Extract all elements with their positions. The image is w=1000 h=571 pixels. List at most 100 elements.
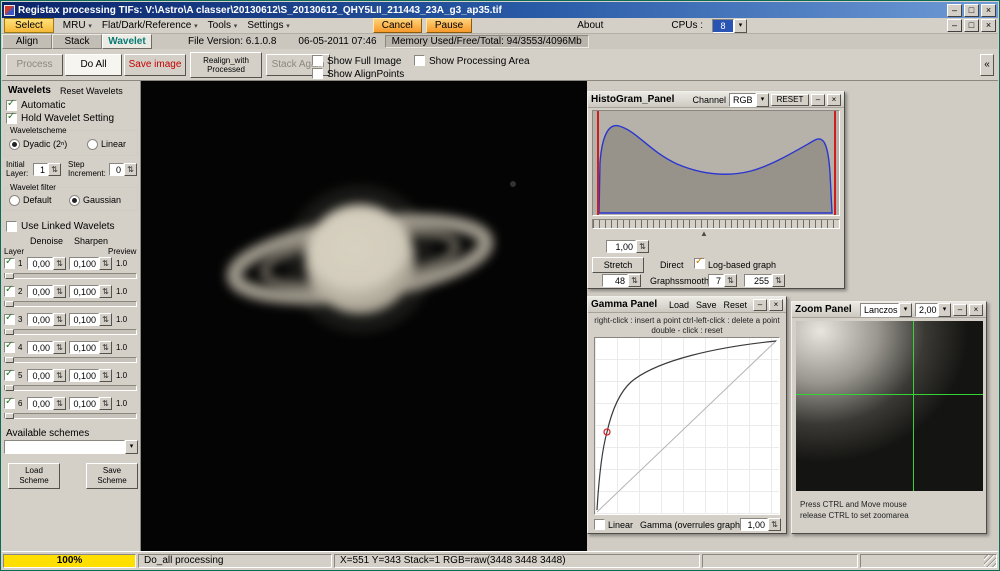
- graphsmooth-spinner[interactable]: ⇅: [724, 274, 737, 287]
- histogram-close-icon[interactable]: ×: [827, 93, 841, 106]
- layer5-slider[interactable]: [4, 385, 137, 391]
- layer6-enable-checkbox[interactable]: ✓: [4, 396, 15, 409]
- initial-layer-spinner[interactable]: ⇅: [48, 163, 61, 176]
- cpus-select[interactable]: 8 ▾: [712, 18, 748, 33]
- layer2-enable-checkbox[interactable]: ✓: [4, 284, 15, 297]
- dyadic-radio[interactable]: [9, 139, 20, 150]
- histogram-range-slider[interactable]: [592, 219, 840, 229]
- layer6-denoise-spinner[interactable]: ⇅: [53, 397, 66, 410]
- hold-wavelet-checkbox[interactable]: ✓: [6, 111, 17, 124]
- save-scheme-button[interactable]: Save Scheme: [86, 463, 138, 489]
- do-all-button[interactable]: Do All: [65, 54, 122, 76]
- layer1-slider[interactable]: [4, 273, 137, 279]
- histogram-high-field[interactable]: 255: [744, 274, 772, 287]
- menu-select[interactable]: Select: [4, 18, 54, 33]
- chevron-down-icon[interactable]: ▾: [734, 18, 748, 33]
- layer5-enable-checkbox[interactable]: ✓: [4, 368, 15, 381]
- zoom-panel-titlebar[interactable]: Zoom Panel Lanczos ▾ 2,00 ▾ – ×: [792, 302, 986, 318]
- gamma-close-icon[interactable]: ×: [769, 298, 783, 311]
- layer3-denoise-field[interactable]: 0,00: [27, 313, 53, 326]
- gamma-reset-button[interactable]: Reset: [723, 300, 747, 310]
- layer2-slider-thumb[interactable]: [5, 301, 14, 307]
- linear-radio[interactable]: [87, 139, 98, 150]
- histogram-high-spinner[interactable]: ⇅: [772, 274, 785, 287]
- histogram-low-spinner[interactable]: ⇅: [628, 274, 641, 287]
- layer1-sharpen-field[interactable]: 0,100: [69, 257, 99, 270]
- histogram-panel[interactable]: HistoGram_Panel Channel RGB ▾ RESET – × …: [587, 91, 845, 289]
- layer6-denoise-field[interactable]: 0,00: [27, 397, 53, 410]
- gamma-panel-titlebar[interactable]: Gamma Panel Load Save Reset – ×: [588, 297, 786, 313]
- layer3-sharpen-field[interactable]: 0,100: [69, 313, 99, 326]
- histogram-minimize-icon[interactable]: –: [811, 93, 825, 106]
- slider-pointer-icon[interactable]: ▲: [700, 230, 708, 238]
- layer4-enable-checkbox[interactable]: ✓: [4, 340, 15, 353]
- layer5-sharpen-spinner[interactable]: ⇅: [99, 369, 112, 382]
- layer3-slider[interactable]: [4, 329, 137, 335]
- stretch-button[interactable]: Stretch: [592, 257, 644, 273]
- zoom-preview[interactable]: [796, 321, 983, 491]
- resize-grip[interactable]: [984, 554, 996, 567]
- filter-default-radio[interactable]: [9, 195, 20, 206]
- main-image-view[interactable]: [141, 81, 587, 553]
- layer4-sharpen-spinner[interactable]: ⇅: [99, 341, 112, 354]
- menu-tools[interactable]: Tools ▾: [203, 19, 243, 32]
- histogram-gain-field[interactable]: 1,00: [606, 240, 636, 253]
- layer4-slider[interactable]: [4, 357, 137, 363]
- tab-wavelet[interactable]: Wavelet: [102, 34, 152, 49]
- layer5-sharpen-field[interactable]: 0,100: [69, 369, 99, 382]
- gamma-value-field[interactable]: 1,00: [740, 518, 768, 531]
- pause-button[interactable]: Pause: [425, 18, 473, 33]
- maximize-icon[interactable]: □: [964, 3, 979, 17]
- mdi-minimize-icon[interactable]: –: [947, 19, 962, 32]
- load-scheme-button[interactable]: Load Scheme: [8, 463, 60, 489]
- layer3-sharpen-spinner[interactable]: ⇅: [99, 313, 112, 326]
- show-processing-area-checkbox[interactable]: [414, 55, 425, 66]
- mdi-restore-icon[interactable]: □: [964, 19, 979, 32]
- log-based-graph-checkbox[interactable]: ✓: [694, 256, 705, 269]
- zoom-close-icon[interactable]: ×: [969, 303, 983, 316]
- layer2-sharpen-spinner[interactable]: ⇅: [99, 285, 112, 298]
- layer1-enable-checkbox[interactable]: ✓: [4, 256, 15, 269]
- layer4-slider-thumb[interactable]: [5, 357, 14, 363]
- layer5-slider-thumb[interactable]: [5, 385, 14, 391]
- scheme-select[interactable]: ▾: [4, 440, 138, 454]
- gamma-curve-editor[interactable]: [594, 337, 780, 515]
- filter-gaussian-radio[interactable]: [69, 195, 80, 206]
- graphsmooth-field[interactable]: 7: [708, 274, 724, 287]
- histogram-panel-titlebar[interactable]: HistoGram_Panel Channel RGB ▾ RESET – ×: [588, 92, 844, 108]
- menu-flat-dark-reference[interactable]: Flat/Dark/Reference ▾: [97, 19, 203, 32]
- cancel-button[interactable]: Cancel: [372, 18, 422, 33]
- gamma-load-button[interactable]: Load: [669, 300, 689, 310]
- layer3-enable-checkbox[interactable]: ✓: [4, 312, 15, 325]
- layer2-denoise-spinner[interactable]: ⇅: [53, 285, 66, 298]
- zoom-factor-select[interactable]: 2,00 ▾: [915, 302, 951, 317]
- layer4-denoise-field[interactable]: 0,00: [27, 341, 53, 354]
- gamma-minimize-icon[interactable]: –: [753, 298, 767, 311]
- layer3-denoise-spinner[interactable]: ⇅: [53, 313, 66, 326]
- histogram-plot[interactable]: [592, 110, 840, 216]
- menu-about[interactable]: About: [572, 19, 608, 32]
- layer6-slider-thumb[interactable]: [5, 413, 14, 419]
- chevron-down-icon[interactable]: ▾: [125, 440, 138, 454]
- reset-wavelets-button[interactable]: Reset Wavelets: [60, 86, 123, 96]
- step-increment-field[interactable]: 0: [109, 163, 124, 176]
- layer1-denoise-spinner[interactable]: ⇅: [53, 257, 66, 270]
- histogram-gain-spinner[interactable]: ⇅: [636, 240, 649, 253]
- layer2-sharpen-field[interactable]: 0,100: [69, 285, 99, 298]
- chevron-down-icon[interactable]: ▾: [899, 302, 912, 317]
- layer2-denoise-field[interactable]: 0,00: [27, 285, 53, 298]
- layer1-sharpen-spinner[interactable]: ⇅: [99, 257, 112, 270]
- layer3-slider-thumb[interactable]: [5, 329, 14, 335]
- histogram-low-field[interactable]: 48: [602, 274, 628, 287]
- zoom-filter-select[interactable]: Lanczos ▾: [860, 302, 912, 317]
- gamma-panel[interactable]: Gamma Panel Load Save Reset – × right-cl…: [587, 296, 787, 534]
- initial-layer-field[interactable]: 1: [33, 163, 48, 176]
- mdi-close-icon[interactable]: ×: [981, 19, 996, 32]
- tab-align[interactable]: Align: [2, 34, 52, 49]
- layer5-denoise-field[interactable]: 0,00: [27, 369, 53, 382]
- layer5-denoise-spinner[interactable]: ⇅: [53, 369, 66, 382]
- layer6-sharpen-spinner[interactable]: ⇅: [99, 397, 112, 410]
- window-titlebar[interactable]: Registax processing TIFs: V:\Astro\A cla…: [2, 2, 998, 18]
- chevron-down-icon[interactable]: ▾: [938, 302, 951, 317]
- menu-settings[interactable]: Settings ▾: [242, 19, 294, 32]
